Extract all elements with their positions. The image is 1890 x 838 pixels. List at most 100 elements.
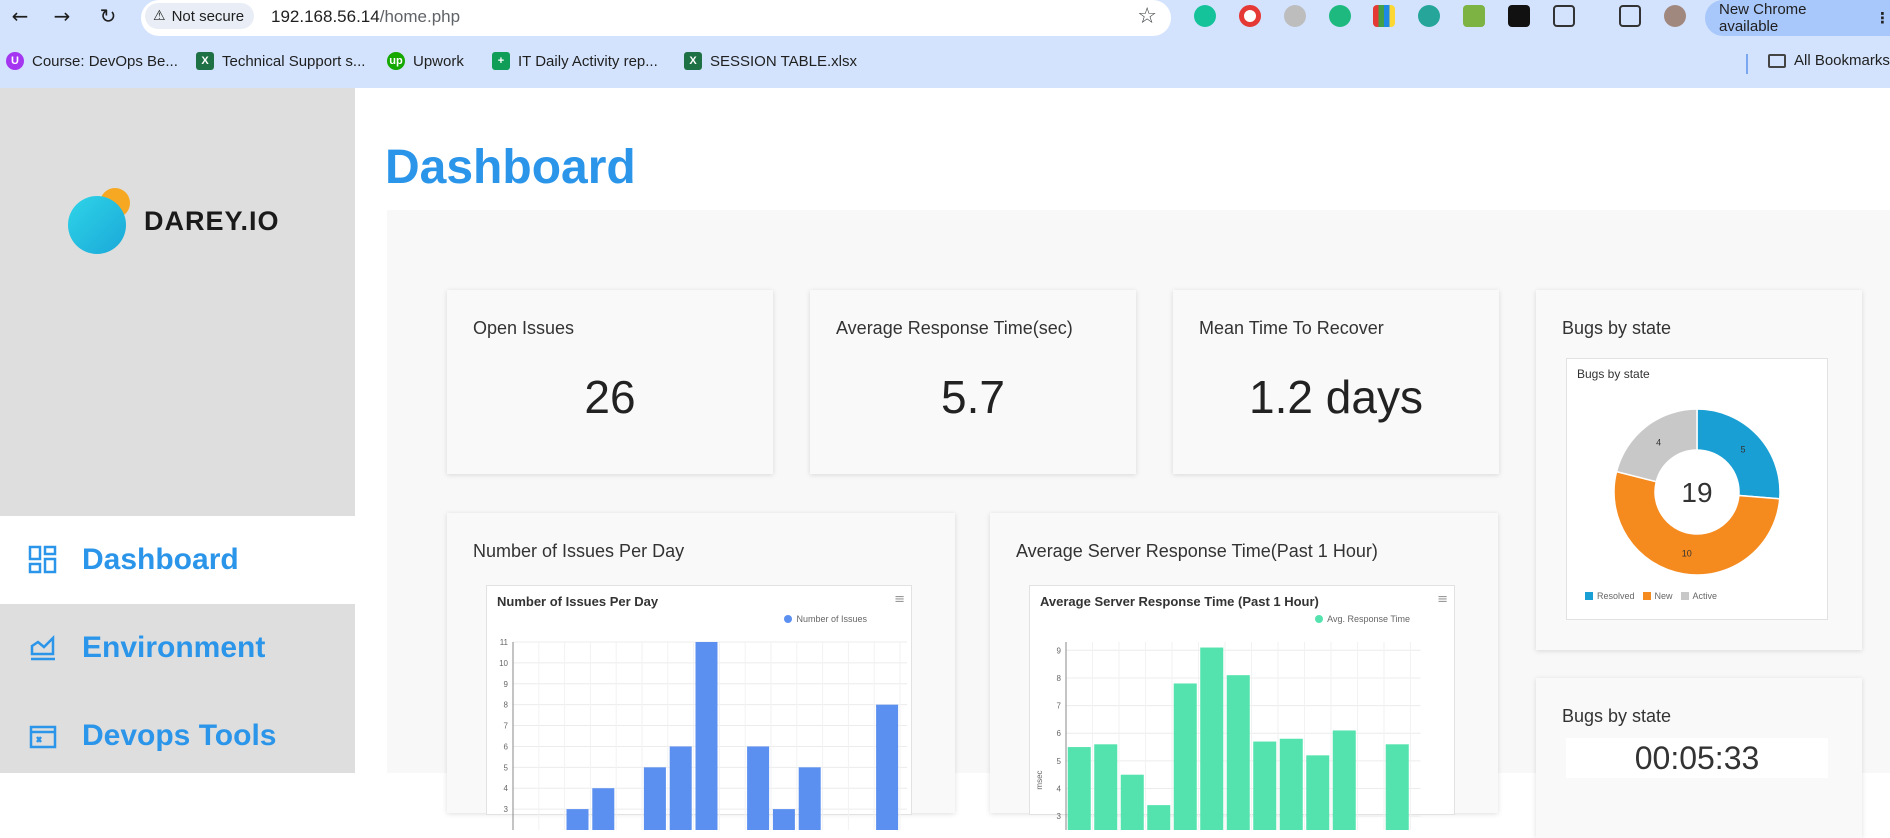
y-tick-label: 5 bbox=[504, 763, 509, 772]
bar[interactable] bbox=[1253, 741, 1277, 830]
bar[interactable] bbox=[1067, 747, 1091, 830]
bar[interactable] bbox=[1200, 647, 1224, 830]
chart-title: Number of Issues Per Day bbox=[497, 594, 659, 609]
image-extension-icon[interactable] bbox=[1463, 5, 1485, 27]
upwork-icon: up bbox=[387, 52, 405, 70]
bookmark-label: SESSION TABLE.xlsx bbox=[710, 52, 857, 70]
bar[interactable] bbox=[1173, 683, 1197, 830]
apps-extension-icon[interactable] bbox=[1373, 5, 1395, 27]
sidebar-item-label: Devops Tools bbox=[82, 719, 277, 752]
bugs-donut-chart: Bugs by state 5 10 4 19 Resolved New Active bbox=[1566, 358, 1828, 620]
darey-logo[interactable]: DAREY.IO bbox=[68, 188, 280, 254]
sync-extension-icon[interactable] bbox=[1329, 5, 1351, 27]
y-tick-label: 3 bbox=[504, 805, 509, 814]
bar[interactable] bbox=[1120, 774, 1144, 830]
reload-icon[interactable]: ↻ bbox=[96, 4, 120, 28]
bar[interactable] bbox=[566, 809, 589, 830]
y-tick-label: 8 bbox=[504, 701, 509, 710]
address-bar[interactable]: ⚠ Not secure 192.168.56.14/home.php ☆ bbox=[141, 0, 1171, 36]
bar[interactable] bbox=[876, 704, 899, 830]
y-tick-label: 5 bbox=[1057, 757, 1062, 766]
bugs-by-state-timer-card: Bugs by state 00:05:33 bbox=[1536, 678, 1862, 838]
bar[interactable] bbox=[695, 642, 718, 830]
extensions-puzzle-icon[interactable] bbox=[1553, 5, 1575, 27]
y-tick-label: 7 bbox=[1057, 702, 1062, 711]
security-chip[interactable]: ⚠ Not secure bbox=[145, 3, 255, 29]
bar[interactable] bbox=[1306, 755, 1330, 830]
warning-icon: ⚠ bbox=[153, 8, 166, 24]
y-tick-label: 6 bbox=[1057, 729, 1062, 738]
legend-label: New bbox=[1654, 591, 1673, 601]
bar[interactable] bbox=[747, 746, 770, 830]
legend-dot bbox=[1315, 615, 1324, 623]
kpi-value: 26 bbox=[584, 371, 636, 423]
sidebar-item-devops-tools[interactable]: Devops Tools bbox=[0, 692, 355, 780]
legend-swatch bbox=[1585, 592, 1593, 600]
card-title: Average Server Response Time(Past 1 Hour… bbox=[1016, 541, 1378, 561]
chart-legend: Avg. Response Time bbox=[1315, 614, 1410, 624]
url-text[interactable]: 192.168.56.14/home.php bbox=[271, 7, 460, 27]
bar[interactable] bbox=[1332, 730, 1356, 830]
bar[interactable] bbox=[798, 767, 821, 830]
browser-chrome: ← → ↻ ⚠ Not secure 192.168.56.14/home.ph… bbox=[0, 0, 1890, 88]
y-tick-label: 10 bbox=[499, 659, 508, 668]
cloud-extension-icon[interactable] bbox=[1418, 5, 1440, 27]
new-chrome-available-button[interactable]: New Chrome available ⋮ bbox=[1705, 0, 1890, 36]
bookmark-item[interactable]: X SESSION TABLE.xlsx bbox=[684, 52, 857, 70]
slice-value-label: 4 bbox=[1656, 438, 1661, 448]
bookmark-star-icon[interactable]: ☆ bbox=[1137, 4, 1157, 29]
kpi-title: Average Response Time(sec) bbox=[836, 318, 1073, 338]
bookmark-item[interactable]: X Technical Support s... bbox=[196, 52, 365, 70]
kebab-menu-icon[interactable]: ⋮ bbox=[1875, 9, 1890, 27]
legend-item-active[interactable]: Active bbox=[1680, 591, 1717, 601]
chart-title: Bugs by state bbox=[1577, 367, 1650, 381]
bar[interactable] bbox=[1279, 738, 1303, 830]
back-icon[interactable]: ← bbox=[8, 4, 32, 28]
bookmarks-divider bbox=[1746, 54, 1748, 74]
bookmark-label: IT Daily Activity rep... bbox=[518, 52, 658, 70]
excel-icon: X bbox=[196, 52, 214, 70]
not-secure-label: Not secure bbox=[171, 7, 245, 25]
sidebar-item-environment[interactable]: Environment bbox=[0, 604, 355, 692]
logo-mark-icon bbox=[68, 188, 130, 254]
bar[interactable] bbox=[772, 809, 795, 830]
bar[interactable] bbox=[592, 788, 615, 830]
logo-text: DAREY.IO bbox=[144, 205, 280, 236]
bar[interactable] bbox=[669, 746, 692, 830]
record-extension-icon[interactable] bbox=[1239, 5, 1261, 27]
bookmark-item[interactable]: U Course: DevOps Be... bbox=[6, 52, 178, 70]
card-title: Bugs by state bbox=[1562, 318, 1672, 338]
y-tick-label: 8 bbox=[1057, 674, 1062, 683]
profile-avatar[interactable] bbox=[1664, 5, 1686, 27]
music-extension-icon[interactable] bbox=[1284, 5, 1306, 27]
bar[interactable] bbox=[1385, 744, 1409, 830]
bar[interactable] bbox=[1226, 675, 1250, 830]
chart-menu-icon[interactable]: ≡ bbox=[1437, 592, 1448, 607]
bookmark-label: Technical Support s... bbox=[222, 52, 366, 70]
chart-area-icon bbox=[30, 634, 55, 661]
bar[interactable] bbox=[643, 767, 666, 830]
legend-label: Resolved bbox=[1597, 591, 1635, 601]
legend-swatch bbox=[1642, 592, 1651, 600]
lock-extension-icon[interactable] bbox=[1508, 5, 1530, 27]
legend-item-resolved[interactable]: Resolved bbox=[1585, 591, 1635, 601]
side-panel-icon[interactable] bbox=[1619, 5, 1641, 27]
kpi-value: 1.2 days bbox=[1249, 371, 1423, 423]
slice-value-label: 10 bbox=[1682, 549, 1692, 559]
bookmark-item[interactable]: + IT Daily Activity rep... bbox=[492, 52, 658, 70]
donut-center-total: 19 bbox=[1681, 477, 1712, 508]
bar[interactable] bbox=[1094, 744, 1118, 830]
sidebar-item-label: Dashboard bbox=[82, 543, 239, 576]
sidebar: DAREY.IO Dashboard Environment Devops To… bbox=[0, 88, 355, 773]
bar[interactable] bbox=[1147, 805, 1171, 830]
legend-swatch bbox=[1680, 592, 1689, 600]
grammarly-extension-icon[interactable] bbox=[1194, 5, 1216, 27]
sidebar-item-dashboard[interactable]: Dashboard bbox=[0, 516, 355, 604]
response-svg: 3 4 5 6 7 8 9 msec bbox=[1035, 642, 1421, 830]
all-bookmarks-button[interactable]: All Bookmarks bbox=[1768, 52, 1890, 69]
issues-bar-chart: Number of Issues Per Day ≡ Number of Iss… bbox=[486, 585, 912, 830]
legend-item-new[interactable]: New bbox=[1642, 591, 1673, 601]
chart-menu-icon[interactable]: ≡ bbox=[894, 592, 905, 607]
bookmark-item[interactable]: up Upwork bbox=[387, 52, 464, 70]
forward-icon[interactable]: → bbox=[50, 4, 74, 28]
